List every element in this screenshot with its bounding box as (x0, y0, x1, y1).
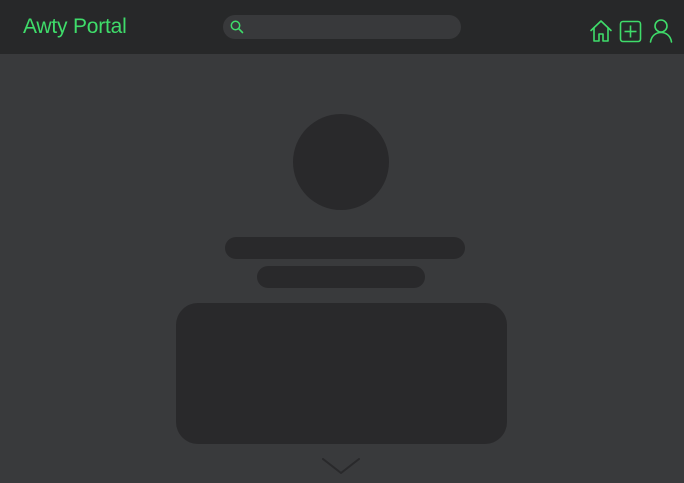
page: Awty Portal (0, 0, 684, 483)
subtitle-skeleton (257, 266, 425, 288)
top-navigation-bar: Awty Portal (0, 0, 684, 54)
name-skeleton (225, 237, 465, 259)
search-bar[interactable] (223, 15, 461, 39)
search-input[interactable] (249, 17, 449, 37)
user-icon[interactable] (648, 18, 674, 44)
chevron-down-icon[interactable] (322, 458, 360, 476)
portal-logo[interactable]: Awty Portal (23, 14, 127, 40)
home-icon[interactable] (588, 18, 614, 44)
avatar-skeleton (293, 114, 389, 210)
search-icon (229, 19, 245, 35)
plus-square-icon[interactable] (618, 18, 644, 44)
content-card-skeleton (176, 303, 507, 444)
